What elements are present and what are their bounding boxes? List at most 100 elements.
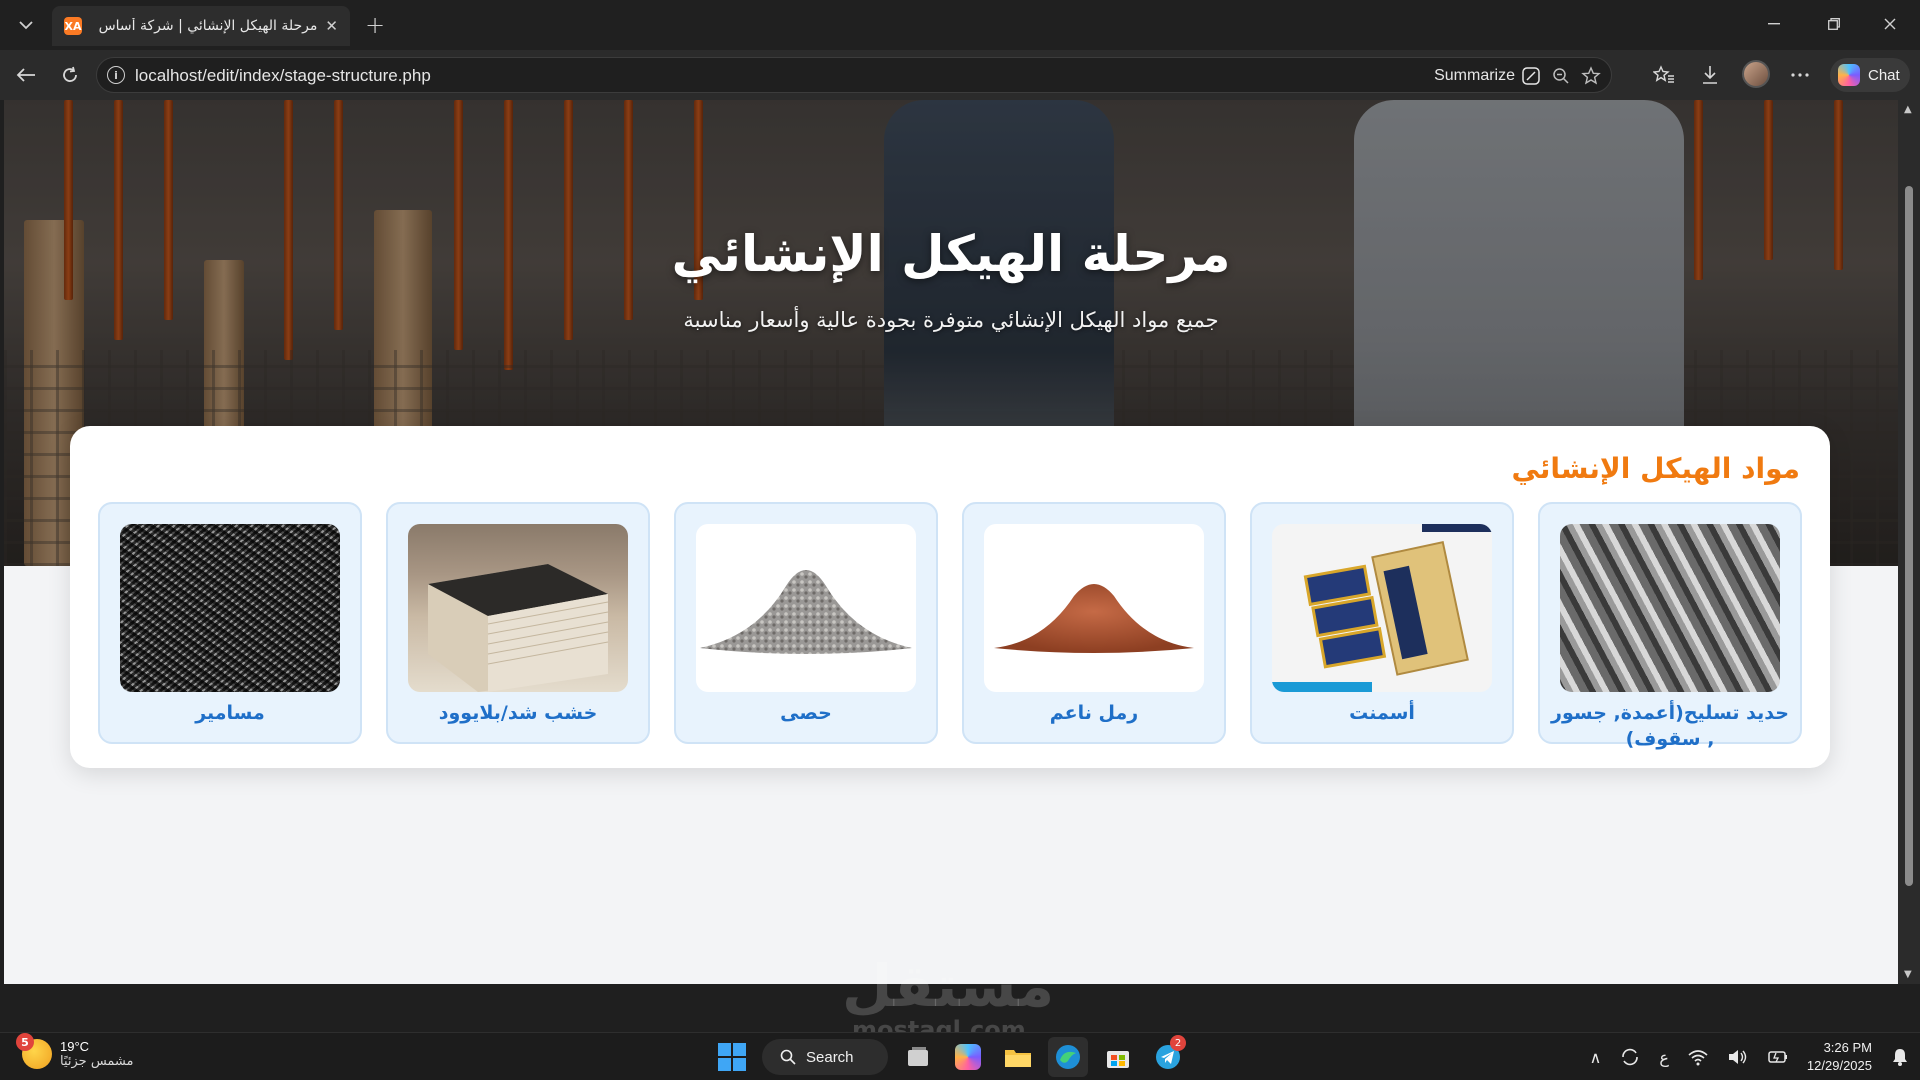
material-card[interactable]: حديد تسليح(أعمدة, جسور , سقوف) — [1538, 502, 1802, 750]
weather-temp: 19°C — [60, 1039, 90, 1054]
browser-window: XA مرحلة الهيكل الإنشائي | شركة أساس ✕ +… — [0, 0, 1920, 1080]
hero-title: مرحلة الهيكل الإنشائي — [671, 225, 1231, 283]
favorites-list-icon — [1653, 65, 1674, 83]
search-label: Search — [806, 1048, 854, 1066]
copilot-app-icon — [955, 1044, 981, 1070]
minimize-button[interactable] — [1746, 0, 1802, 48]
rebar-image — [1560, 524, 1780, 692]
restore-button[interactable] — [1806, 0, 1862, 48]
search-icon — [780, 1049, 796, 1065]
folder-icon — [1005, 1050, 1031, 1067]
telegram-badge: 2 — [1170, 1035, 1186, 1051]
weather-sun-icon: 5 — [16, 1033, 52, 1069]
copilot-chat-button[interactable]: Chat — [1830, 58, 1910, 92]
battery-plug-icon[interactable] — [1767, 1048, 1789, 1066]
material-card[interactable]: حصى — [674, 502, 938, 744]
page-viewport: مرحلة الهيكل الإنشائي جميع مواد الهيكل ا… — [4, 100, 1898, 984]
copilot-app-button[interactable] — [948, 1037, 988, 1077]
notification-bell-icon[interactable] — [1890, 1047, 1910, 1067]
material-card[interactable]: خشب شد/بلايوود — [386, 502, 650, 744]
sand-image — [984, 524, 1204, 692]
address-bar[interactable]: i localhost/edit/index/stage-structure.p… — [96, 57, 1612, 93]
browser-toolbar: i localhost/edit/index/stage-structure.p… — [0, 50, 1920, 100]
materials-grid: حديد تسليح(أعمدة, جسور , سقوف) أسمنت رمل… — [98, 502, 1802, 750]
vertical-scrollbar[interactable]: ▲ ▼ — [1898, 100, 1920, 984]
restore-icon — [1828, 18, 1840, 30]
input-language[interactable]: ع — [1659, 1048, 1669, 1067]
task-view-button[interactable] — [898, 1037, 938, 1077]
summarize-label: Summarize — [1434, 67, 1515, 84]
plywood-image — [408, 524, 628, 692]
close-icon — [1884, 18, 1896, 30]
store-button[interactable] — [1098, 1037, 1138, 1077]
clock-date: 12/29/2025 — [1806, 1058, 1872, 1073]
telegram-button[interactable]: 2 — [1148, 1035, 1188, 1077]
edge-button[interactable] — [1048, 1037, 1088, 1077]
windows-logo-icon — [718, 1043, 746, 1071]
refresh-icon — [63, 66, 77, 82]
section-title: مواد الهيكل الإنشائي — [1511, 452, 1800, 485]
clock[interactable]: 3:26 PM 12/29/2025 — [1807, 1039, 1872, 1075]
ellipsis-icon — [1791, 73, 1809, 77]
material-card[interactable]: مسامير — [98, 502, 362, 744]
material-card[interactable]: رمل ناعم — [962, 502, 1226, 744]
chevron-down-icon — [19, 20, 33, 29]
scroll-down-arrow-icon[interactable]: ▼ — [1904, 969, 1912, 980]
materials-panel: مواد الهيكل الإنشائي حديد تسليح(أعمدة, ج… — [70, 426, 1830, 768]
tab-actions-menu-button[interactable] — [8, 8, 44, 42]
material-label: أسمنت — [1349, 702, 1415, 724]
tab-close-icon[interactable]: ✕ — [325, 17, 338, 35]
cement-image — [1272, 524, 1492, 692]
profile-avatar[interactable] — [1742, 60, 1770, 88]
info-icon[interactable]: i — [107, 66, 125, 84]
weather-widget[interactable]: 5 19°C مشمس جزئيًا — [16, 1033, 134, 1069]
material-card[interactable]: أسمنت — [1250, 502, 1514, 744]
taskbar-search[interactable]: Search — [762, 1039, 888, 1075]
hero-subtitle: جميع مواد الهيكل الإنشائي متوفرة بجودة ع… — [683, 308, 1219, 332]
scroll-thumb[interactable] — [1905, 186, 1913, 886]
material-label: حصى — [780, 702, 832, 724]
browser-tab-active[interactable]: XA مرحلة الهيكل الإنشائي | شركة أساس ✕ — [52, 6, 350, 46]
tab-strip: XA مرحلة الهيكل الإنشائي | شركة أساس ✕ + — [0, 0, 1920, 50]
reload-button[interactable] — [52, 58, 88, 92]
back-button[interactable] — [8, 58, 44, 92]
material-label: حديد تسليح(أعمدة, جسور , سقوف) — [1551, 702, 1789, 750]
wifi-icon[interactable] — [1687, 1048, 1709, 1066]
material-label: رمل ناعم — [1049, 702, 1139, 724]
gravel-image — [696, 524, 916, 692]
address-url: localhost/edit/index/stage-structure.php — [135, 66, 431, 85]
edge-icon — [1056, 1045, 1080, 1069]
chat-label: Chat — [1868, 66, 1900, 84]
material-label: خشب شد/بلايوود — [438, 702, 598, 724]
scroll-up-arrow-icon[interactable]: ▲ — [1904, 104, 1912, 115]
system-tray: ∧ ع 3:26 PM 12/29/2025 — [1590, 1033, 1910, 1080]
summarize-button[interactable]: Summarize — [1434, 66, 1541, 86]
windows-taskbar: 5 19°C مشمس جزئيًا Search 2 ∧ ع 3:26 PM … — [0, 1032, 1920, 1080]
minimize-icon — [1768, 23, 1780, 25]
more-menu-button[interactable] — [1782, 58, 1818, 92]
tray-chevron-up-icon[interactable]: ∧ — [1590, 1048, 1602, 1067]
arrow-left-icon — [16, 68, 35, 82]
start-button[interactable] — [712, 1037, 752, 1077]
new-tab-button[interactable]: + — [358, 10, 392, 40]
close-window-button[interactable] — [1862, 0, 1918, 48]
clock-time: 3:26 PM — [1823, 1040, 1872, 1055]
watermark: مستقل — [842, 952, 1055, 1020]
weather-badge: 5 — [16, 1033, 34, 1051]
star-icon — [1581, 66, 1601, 85]
favorite-star-icon[interactable] — [1579, 64, 1603, 88]
nails-image — [120, 524, 340, 692]
copilot-icon — [1838, 64, 1860, 86]
xampp-favicon-icon: XA — [64, 17, 82, 35]
download-icon — [1703, 66, 1717, 84]
store-icon — [1107, 1051, 1129, 1068]
taskbar-apps: Search 2 — [712, 1035, 1188, 1077]
volume-icon[interactable] — [1727, 1048, 1749, 1066]
tab-title: مرحلة الهيكل الإنشائي | شركة أساس — [98, 18, 318, 34]
magnifier-minus-icon — [1553, 68, 1569, 84]
downloads-button[interactable] — [1692, 58, 1728, 92]
favorites-button[interactable] — [1646, 58, 1682, 92]
file-explorer-button[interactable] — [998, 1037, 1038, 1077]
sync-icon[interactable] — [1619, 1046, 1641, 1068]
zoom-out-icon[interactable] — [1549, 64, 1573, 88]
